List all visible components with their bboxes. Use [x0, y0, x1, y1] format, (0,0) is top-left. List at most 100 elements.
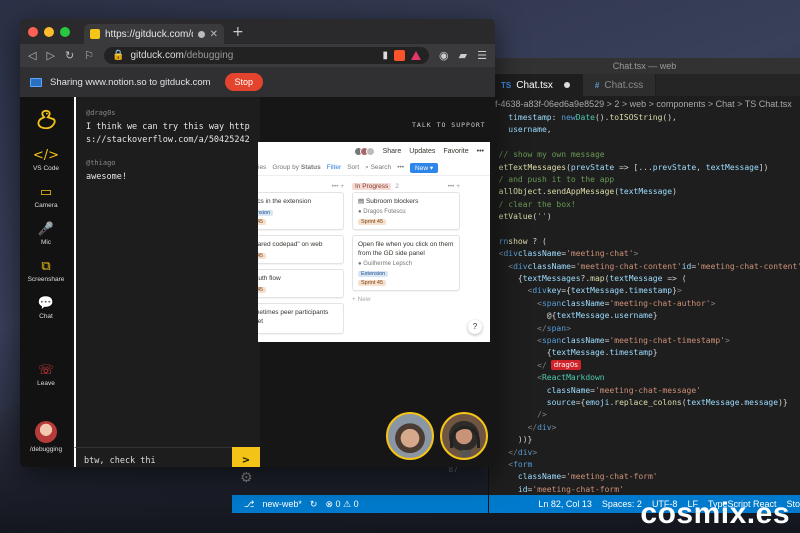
- tab-chat-css[interactable]: # Chat.css: [582, 74, 657, 96]
- board-card[interactable]: Auth flow 45: [258, 269, 344, 298]
- code-line: ))}: [489, 435, 533, 445]
- notion-search[interactable]: ⌕ Search: [365, 164, 391, 172]
- participant-video[interactable]: [440, 412, 488, 460]
- watermark: cosmix.es: [640, 497, 790, 530]
- sidebar-item-screenshare[interactable]: ⧉ Screenshare: [28, 258, 65, 283]
- sync-icon[interactable]: ↻: [310, 499, 318, 510]
- close-window-button[interactable]: [28, 26, 38, 37]
- vscode-title: Chat.tsx — web: [489, 58, 800, 74]
- card-title: ▤ Subroom blockers: [358, 198, 419, 205]
- column-header: In Progress 2 ••• +: [352, 180, 460, 192]
- participant-video[interactable]: [386, 412, 434, 460]
- code-line: source ={emoji. replace_colons(textMessage…: [489, 397, 788, 407]
- stop-sharing-button[interactable]: Stop: [224, 73, 264, 91]
- card-tag: Extension: [358, 271, 389, 277]
- brave-shields-icon[interactable]: [394, 50, 406, 61]
- talk-to-support-link[interactable]: TALK TO SUPPORT: [412, 121, 486, 129]
- back-icon[interactable]: ◁: [28, 49, 36, 62]
- maximize-window-button[interactable]: [60, 26, 70, 37]
- brave-rewards-icon[interactable]: [411, 51, 422, 60]
- extension-icon[interactable]: ▰: [459, 49, 467, 62]
- sidebar-item-label: Chat: [39, 313, 53, 320]
- code-line: </span >: [489, 323, 571, 333]
- notion-views[interactable]: ies: [258, 164, 266, 171]
- notion-favorite[interactable]: Favorite: [443, 148, 468, 155]
- code-line: < div key ={textMessage. timestamp} >: [489, 286, 682, 296]
- chat-input[interactable]: btw, check thi: [74, 447, 234, 467]
- send-button[interactable]: >: [232, 447, 260, 467]
- browser-window: https://gitduck.com/debugg ✕ + ◁ ▷ ↻ ⚐ 🔒…: [20, 19, 495, 467]
- problems-indicator[interactable]: ⊗ 0 ⚠ 0: [325, 499, 358, 510]
- tab-chat-tsx[interactable]: TS Chat.tsx: [489, 74, 583, 96]
- menu-icon[interactable]: ☰: [477, 49, 487, 62]
- vscode-tabbar: TS Chat.tsx # Chat.css: [489, 74, 800, 96]
- card-tag: Sprint 45: [358, 280, 387, 286]
- gitduck-app: </> VS Code ▭ Camera 🎤 Mic ⧉ Screenshare…: [20, 97, 495, 467]
- sidebar-item-chat[interactable]: 💬 Chat: [38, 295, 54, 320]
- avatar[interactable]: [35, 421, 57, 443]
- chat-icon: 💬: [37, 296, 55, 311]
- notion-view-more[interactable]: •••: [397, 164, 404, 171]
- sidebar-item-camera[interactable]: ▭ Camera: [34, 184, 57, 209]
- code-line: etTextMessages(prevState => [... prevStat…: [489, 162, 769, 172]
- sidebar-item-mic[interactable]: 🎤 Mic: [38, 221, 54, 246]
- message-text: I think we can try this way https://stac…: [86, 122, 250, 145]
- code-line: < div className ='meeting-chat-content' id…: [489, 261, 800, 271]
- card-tag: 45: [258, 287, 267, 293]
- board-card[interactable]: metimes peer participants get: [258, 303, 344, 334]
- notion-share[interactable]: Share: [383, 148, 402, 155]
- close-tab-icon[interactable]: ✕: [210, 29, 218, 40]
- board-card[interactable]: Open file when you click on them from th…: [352, 235, 460, 291]
- gitduck-favicon-icon: [90, 29, 100, 39]
- notion-more[interactable]: •••: [477, 148, 484, 155]
- gear-icon[interactable]: ⚙: [240, 470, 253, 486]
- code-editor[interactable]: timestamp: new Date (). toISOString (), use…: [489, 112, 800, 495]
- add-card-button[interactable]: + New: [352, 296, 460, 303]
- new-tab-button[interactable]: +: [232, 24, 244, 40]
- cursor-position[interactable]: Ln 82, Col 13: [538, 499, 592, 509]
- card-title: tics in the extension: [258, 198, 312, 205]
- screenshare-icon: ⧉: [41, 259, 51, 274]
- code-icon: </>: [32, 148, 60, 163]
- board-column: 8••• + tics in the extension nsion 45 ha…: [258, 180, 344, 339]
- help-button[interactable]: ?: [468, 320, 482, 334]
- git-branch[interactable]: new-web*: [262, 499, 302, 509]
- sidebar-item-vscode[interactable]: </> VS Code: [33, 147, 59, 172]
- unsaved-dot-icon[interactable]: [563, 82, 570, 88]
- address-bar[interactable]: 🔒 gitduck.com/debugging ▮: [104, 47, 430, 64]
- notion-viewbar: ies Group by Status Filter Sort ⌕ Search…: [258, 160, 490, 176]
- browser-tab[interactable]: https://gitduck.com/debugg ✕: [84, 24, 224, 44]
- card-tag: 45: [258, 253, 267, 259]
- breadcrumb[interactable]: f-4638-a83f-06ed6a9e8529 > 2 > web > com…: [489, 96, 800, 112]
- chat-panel: @drag0s I think we can try this way http…: [74, 97, 260, 462]
- sidebar-item-label: Mic: [40, 239, 52, 246]
- notion-updates[interactable]: Updates: [409, 148, 435, 155]
- message-author: @drag0s: [86, 109, 116, 117]
- minimize-window-button[interactable]: [44, 26, 54, 37]
- notion-groupby[interactable]: Group by Status: [272, 164, 320, 171]
- card-assignee: ● Dragos Fotescu: [358, 209, 406, 215]
- code-line: < span className ='meeting-chat-author' >: [489, 298, 716, 308]
- indent-setting[interactable]: Spaces: 2: [602, 499, 642, 509]
- board-card[interactable]: ▤ Subroom blockers ● Dragos Fotescu Spri…: [352, 192, 460, 230]
- notion-filter[interactable]: Filter: [327, 164, 341, 171]
- camera-indicator-icon[interactable]: ▮: [383, 50, 389, 61]
- reload-icon[interactable]: ↻: [65, 49, 74, 62]
- notion-sort[interactable]: Sort: [347, 164, 359, 171]
- board-card[interactable]: tics in the extension nsion 45: [258, 192, 344, 230]
- code-line: id ='meeting-chat-form': [489, 484, 624, 494]
- shared-screen-notion: Share Updates Favorite ••• ies Group by …: [258, 142, 490, 342]
- extension-icon[interactable]: ◉: [439, 49, 449, 62]
- groupby-value: Status: [300, 164, 321, 171]
- url-text: gitduck.com/debugging: [130, 50, 233, 61]
- vscode-statusbar-left: ⎇ new-web* ↻ ⊗ 0 ⚠ 0: [232, 495, 488, 513]
- leave-button[interactable]: ☏ Leave: [37, 362, 55, 387]
- board-card[interactable]: hared codepad" on web 45: [258, 235, 344, 264]
- screen-share-icon: [30, 77, 42, 87]
- bookmark-icon[interactable]: ⚐: [84, 49, 94, 62]
- notion-new-button[interactable]: New ▾: [410, 162, 439, 173]
- notion-collaborators: [353, 146, 375, 156]
- forward-icon[interactable]: ▷: [46, 49, 54, 62]
